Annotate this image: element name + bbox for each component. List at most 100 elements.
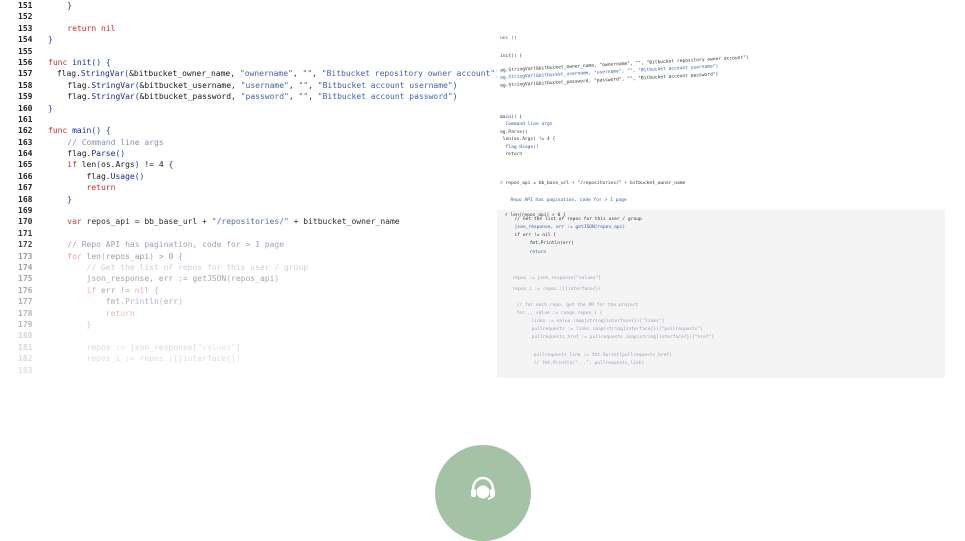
code-line: 163 // Command line args — [0, 137, 500, 148]
minimap-line: pullrequests_link := fmt.Sprint(pullrequ… — [517, 353, 672, 358]
line-code: flag.StringVar(&bitbucket_owner_name, "o… — [37, 69, 500, 79]
code-line: 171 — [0, 228, 500, 239]
line-number: 178 — [18, 308, 33, 318]
minimap-line: // fmt.Println("...", pullrequests_link) — [517, 361, 645, 366]
line-number: 171 — [18, 228, 33, 238]
line-code: flag.Usage() — [48, 171, 145, 181]
line-number: 174 — [18, 262, 33, 272]
support-chat-button[interactable] — [435, 445, 531, 541]
code-line: 153 return nil — [0, 23, 500, 34]
line-code: // Command line args — [67, 137, 164, 147]
code-line: 167 return — [0, 182, 500, 193]
minimap-line: init() { — [500, 54, 523, 59]
line-number: 156 — [18, 57, 33, 67]
code-line: 179 } — [0, 319, 500, 330]
code-line: 168 } — [0, 194, 500, 205]
minimap-line: unc () — [500, 36, 517, 41]
code-lines: 151 } 152 153 return nil 154} 155 156 func ini… — [0, 0, 500, 376]
code-line: 169 — [0, 205, 500, 216]
headset-icon — [471, 476, 495, 501]
code-line: 172 // Repo API has pagination, code for… — [0, 239, 500, 250]
line-code: repos := json_response["values"] — [48, 342, 241, 352]
code-line: 170 var repos_api = bb_base_url + "/repo… — [0, 216, 500, 227]
code-line: 158 flag.StringVar(&bitbucket_username, … — [0, 80, 500, 91]
line-number: 177 — [18, 297, 33, 307]
code-line: 154} — [0, 34, 500, 45]
code-line: 164 flag.Parse() — [0, 148, 500, 159]
line-code: return — [105, 308, 135, 318]
code-line: 157 flag.StringVar(&bitbucket_owner_name… — [0, 68, 500, 79]
line-code: func init() { — [48, 57, 111, 67]
minimap-top-section — [497, 0, 945, 210]
line-number: 151 — [18, 1, 33, 10]
line-code: flag.Parse() — [48, 149, 126, 159]
code-minimap: unc () init() {ag.StringVar(&bitbucket_ow… — [497, 0, 945, 378]
code-line: 165 if len(os.Args) != 4 { — [0, 159, 500, 170]
line-number: 153 — [18, 23, 33, 33]
line-number: 169 — [18, 206, 33, 216]
minimap-line: if err != nil { — [509, 233, 557, 238]
line-number: 168 — [18, 194, 33, 204]
line-number: 175 — [18, 274, 33, 284]
minimap-line: Repo API has pagination, code for > 1 pa… — [505, 198, 627, 203]
code-line: 159 flag.StringVar(&bitbucket_password, … — [0, 91, 500, 102]
minimap-line: return — [513, 250, 547, 255]
minimap-line: fmt.Println(err) — [513, 241, 574, 246]
minimap-line: repos_i := repos.([]interface{}) — [507, 287, 602, 292]
line-number: 162 — [18, 126, 33, 136]
minimap-line: Command line args — [500, 122, 553, 127]
code-line: 155 — [0, 46, 500, 57]
code-line: 176 if err != nil { — [0, 285, 500, 296]
line-code: func main() { — [48, 126, 111, 136]
code-line: 166 flag.Usage() — [0, 171, 500, 182]
minimap-line: len(os.Args) != 4 { — [500, 137, 556, 142]
code-line: 174 // Get the list of repos for this us… — [0, 262, 500, 273]
code-line: 162 func main() { — [0, 125, 500, 136]
minimap-line: main() { — [500, 115, 523, 120]
code-line: 160} — [0, 103, 500, 114]
minimap-line: for _, value := range repos_i { — [511, 311, 603, 316]
line-number: 158 — [18, 80, 33, 90]
code-line: 178 return — [0, 308, 500, 319]
minimap-line: flag.Usage() — [500, 145, 539, 150]
line-number: 170 — [18, 217, 33, 227]
minimap-line: return — [500, 152, 523, 157]
line-number: 166 — [18, 171, 33, 181]
line-code: repos_i := repos.([]interface{}) — [48, 354, 241, 364]
line-code: fmt.Println(err) — [48, 297, 183, 307]
line-code: return nil — [67, 23, 116, 33]
minimap-line: repos := json_response["values"] — [507, 276, 602, 281]
line-number: 152 — [18, 12, 33, 22]
code-line: 152 — [0, 11, 500, 22]
line-code: // Get the list of repos for this user /… — [86, 262, 309, 272]
line-number: 173 — [18, 251, 33, 261]
code-line: 182 repos_i := repos.([]interface{}) — [0, 353, 500, 364]
minimap-line: // for each repo, get the PR for the pro… — [511, 303, 639, 308]
minimap-line: pullrequests_href := pullrequests.(map[s… — [515, 335, 715, 340]
code-line: 173 for len(repos_api) > 0 { — [0, 251, 500, 262]
line-number: 167 — [18, 183, 33, 193]
line-number: 160 — [18, 103, 33, 113]
line-number: 157 — [18, 69, 33, 79]
code-line: 180 — [0, 330, 500, 341]
code-line: 181 repos := json_response["values"] — [0, 342, 500, 353]
line-number: 179 — [18, 319, 33, 329]
line-code: return — [86, 183, 116, 193]
line-number: 165 — [18, 160, 33, 170]
line-code: } — [86, 319, 92, 329]
line-number: 182 — [18, 354, 33, 364]
code-line: 175 json_response, err := getJSON(repos_… — [0, 273, 500, 284]
line-number: 181 — [18, 342, 33, 352]
minimap-line: ag.Parse() — [500, 130, 528, 135]
line-number: 154 — [18, 35, 33, 45]
line-number: 159 — [18, 92, 33, 102]
line-number: 176 — [18, 285, 33, 295]
minimap-line: links := value.(map[string]interface{})[… — [515, 319, 665, 324]
line-number: 161 — [18, 114, 33, 124]
code-line: 183 — [0, 365, 500, 376]
line-code: } — [48, 103, 53, 113]
code-line: 151 } — [0, 0, 500, 11]
line-code: } — [48, 35, 53, 45]
code-editor: 151 } 152 153 return nil 154} 155 156 func ini… — [0, 0, 500, 378]
line-code: if len(os.Args) != 4 { — [67, 160, 174, 170]
